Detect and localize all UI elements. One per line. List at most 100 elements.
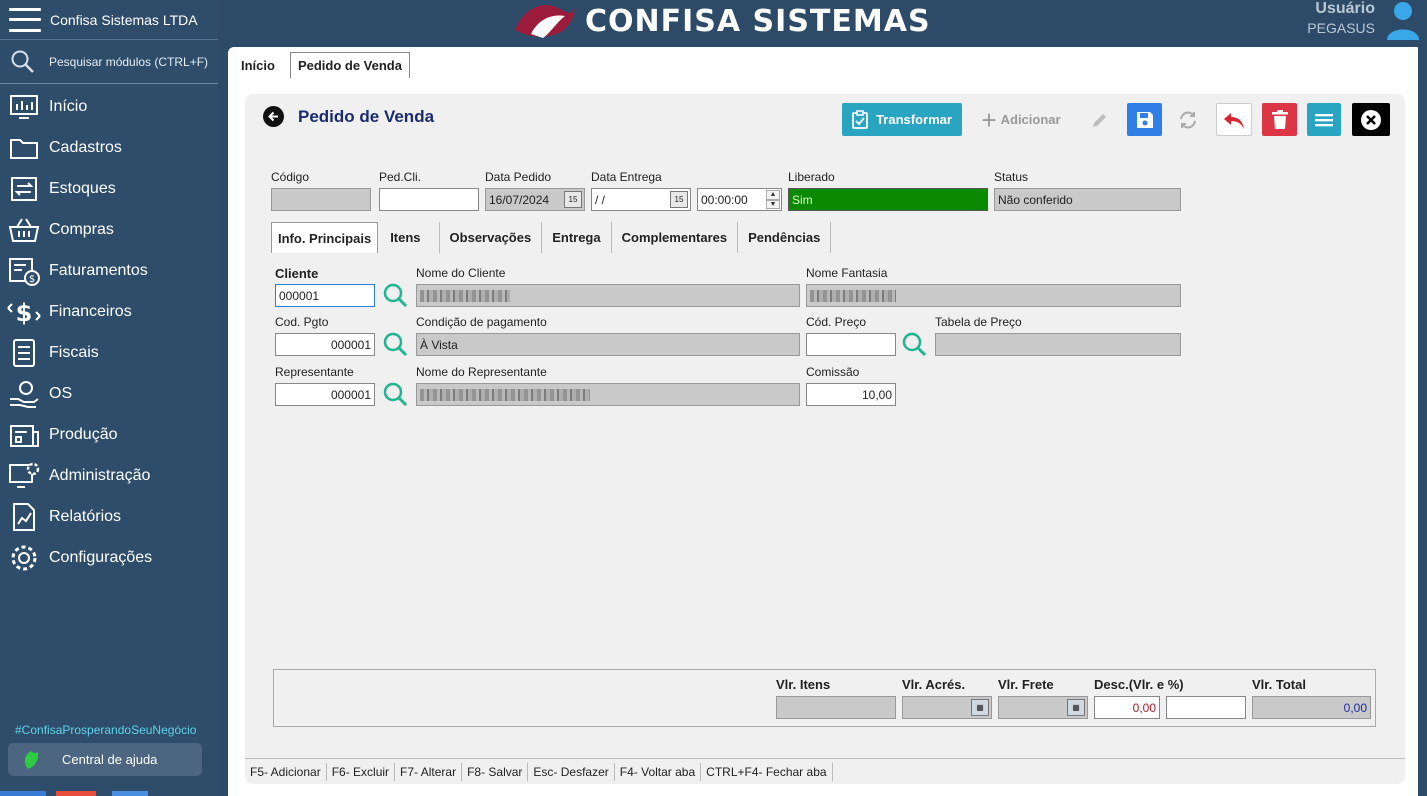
gear-icon bbox=[7, 541, 41, 575]
close-icon bbox=[1361, 109, 1381, 130]
desc-value-field[interactable]: 0,00 bbox=[1094, 696, 1160, 719]
shortcut-item: Esc- Desfazer bbox=[528, 762, 615, 781]
header-band: CONFISA SISTEMAS Usuário PEGASUS bbox=[218, 0, 1427, 47]
adicionar-button[interactable]: + Adicionar bbox=[975, 103, 1067, 136]
factory-icon bbox=[7, 418, 41, 452]
help-leaf-icon bbox=[24, 750, 39, 769]
desc-percent-field[interactable] bbox=[1166, 696, 1246, 719]
status-field: Não conferido bbox=[994, 188, 1181, 211]
sidebar-item-producao[interactable]: Produção bbox=[0, 414, 218, 455]
sidebar: Confisa Sistemas LTDA Pesquisar módulos … bbox=[0, 0, 218, 796]
floppy-disk-icon bbox=[1136, 111, 1153, 128]
tab-itens[interactable]: Itens bbox=[378, 222, 440, 253]
tab-observacoes[interactable]: Observações bbox=[440, 222, 543, 253]
sidebar-item-label: Produção bbox=[49, 425, 118, 443]
transfer-icon bbox=[7, 172, 41, 206]
page-header: Pedido de Venda bbox=[263, 106, 434, 127]
logo: CONFISA SISTEMAS bbox=[513, 0, 931, 42]
tab-entrega[interactable]: Entrega bbox=[542, 222, 612, 253]
transformar-button[interactable]: Transformar bbox=[842, 103, 962, 136]
calendar-icon[interactable]: 15 bbox=[564, 191, 582, 208]
plus-icon: + bbox=[981, 104, 997, 135]
hora-entrega-field[interactable]: 00:00:00 ▲ ▼ bbox=[697, 188, 782, 211]
codigo-label: Código bbox=[271, 170, 310, 184]
help-center-button[interactable]: Central de ajuda bbox=[8, 743, 202, 776]
document-list-icon bbox=[7, 336, 41, 370]
sidebar-item-label: Cadastros bbox=[49, 138, 122, 156]
order-panel: Pedido de Venda Transformar + Adicionar bbox=[245, 94, 1405, 784]
hamburger-menu-icon[interactable] bbox=[9, 7, 41, 32]
sidebar-item-label: Financeiros bbox=[49, 302, 132, 320]
back-arrow-icon[interactable] bbox=[263, 106, 284, 127]
codigo-field[interactable] bbox=[271, 188, 371, 211]
calculator-icon[interactable]: ▦ bbox=[1067, 699, 1085, 716]
edit-button[interactable] bbox=[1085, 103, 1115, 136]
search-client-icon[interactable] bbox=[382, 282, 408, 308]
sidebar-item-label: OS bbox=[49, 384, 73, 402]
sidebar-item-cadastros[interactable]: Cadastros bbox=[0, 127, 218, 168]
condicao-label: Condição de pagamento bbox=[416, 315, 547, 329]
cod-pgto-label: Cod. Pgto bbox=[275, 315, 329, 329]
sidebar-item-administracao[interactable]: Administração bbox=[0, 455, 218, 496]
vlr-acres-label: Vlr. Acrés. bbox=[902, 677, 966, 692]
undo-button[interactable] bbox=[1216, 103, 1252, 136]
comissao-field[interactable]: 10,00 bbox=[806, 383, 896, 406]
search-price-icon[interactable] bbox=[901, 331, 927, 357]
save-button[interactable] bbox=[1127, 103, 1162, 136]
sidebar-item-relatorios[interactable]: Relatórios bbox=[0, 496, 218, 537]
redacted-text bbox=[420, 388, 590, 401]
sidebar-item-compras[interactable]: Compras bbox=[0, 209, 218, 250]
search-payment-icon[interactable] bbox=[382, 331, 408, 357]
tab-pendencias[interactable]: Pendências bbox=[738, 222, 832, 253]
cod-preco-label: Cód. Preço bbox=[806, 315, 867, 329]
time-spinner[interactable]: ▲ ▼ bbox=[766, 190, 780, 209]
refresh-button[interactable] bbox=[1173, 103, 1203, 136]
module-search[interactable]: Pesquisar módulos (CTRL+F) bbox=[0, 40, 218, 84]
delete-button[interactable] bbox=[1262, 103, 1297, 136]
nome-fantasia-label: Nome Fantasia bbox=[806, 266, 888, 280]
tab-inicio[interactable]: Início bbox=[234, 52, 282, 78]
sidebar-item-label: Relatórios bbox=[49, 507, 122, 525]
close-button[interactable] bbox=[1352, 103, 1390, 136]
vlr-total-field: 0,00 bbox=[1252, 696, 1371, 719]
sidebar-item-fiscais[interactable]: Fiscais bbox=[0, 332, 218, 373]
tab-pedido-de-venda[interactable]: Pedido de Venda bbox=[289, 52, 410, 78]
user-area[interactable]: Usuário PEGASUS bbox=[1307, 0, 1421, 40]
folder-icon bbox=[7, 131, 41, 165]
data-pedido-field[interactable]: 16/07/2024 15 bbox=[485, 188, 585, 211]
data-entrega-value: / / bbox=[595, 192, 606, 207]
main-area: Início Pedido de Venda Pedido de Venda T… bbox=[228, 47, 1422, 796]
tab-info-principais[interactable]: Info. Principais bbox=[271, 222, 379, 253]
help-center-label: Central de ajuda bbox=[62, 752, 158, 767]
vlr-frete-field[interactable]: ▦ bbox=[998, 696, 1088, 719]
calculator-icon[interactable]: ▦ bbox=[971, 699, 989, 716]
cod-preco-field[interactable] bbox=[806, 333, 896, 356]
representante-field[interactable]: 000001 bbox=[275, 383, 375, 406]
basket-icon bbox=[7, 213, 41, 247]
vlr-acres-field[interactable]: ▦ bbox=[902, 696, 992, 719]
shortcut-item: F5- Adicionar bbox=[245, 762, 327, 781]
comissao-label: Comissão bbox=[806, 365, 860, 379]
sidebar-item-estoques[interactable]: Estoques bbox=[0, 168, 218, 209]
data-entrega-field[interactable]: / / 15 bbox=[591, 188, 691, 211]
sidebar-item-os[interactable]: OS bbox=[0, 373, 218, 414]
dashboard-icon bbox=[7, 90, 41, 124]
sidebar-item-inicio[interactable]: Início bbox=[0, 86, 218, 127]
user-name: PEGASUS bbox=[1307, 20, 1375, 36]
vlr-frete-label: Vlr. Frete bbox=[998, 677, 1054, 692]
liberado-field[interactable]: Sim bbox=[788, 188, 988, 211]
options-menu-button[interactable] bbox=[1307, 103, 1341, 136]
sidebar-item-financeiros[interactable]: $ Financeiros bbox=[0, 291, 218, 332]
shortcut-item: CTRL+F4- Fechar aba bbox=[701, 762, 833, 781]
cliente-field[interactable]: 000001 bbox=[275, 284, 375, 307]
sidebar-item-configuracoes[interactable]: Configurações bbox=[0, 537, 218, 578]
search-representative-icon[interactable] bbox=[382, 381, 408, 407]
calendar-icon[interactable]: 15 bbox=[670, 191, 688, 208]
list-menu-icon bbox=[1315, 113, 1333, 126]
sidebar-item-faturamentos[interactable]: $ Faturamentos bbox=[0, 250, 218, 291]
redacted-text bbox=[420, 289, 510, 302]
pedcli-field[interactable] bbox=[379, 188, 479, 211]
tab-complementares[interactable]: Complementares bbox=[612, 222, 739, 253]
cod-pgto-field[interactable]: 000001 bbox=[275, 333, 375, 356]
nome-fantasia-field bbox=[806, 284, 1181, 307]
